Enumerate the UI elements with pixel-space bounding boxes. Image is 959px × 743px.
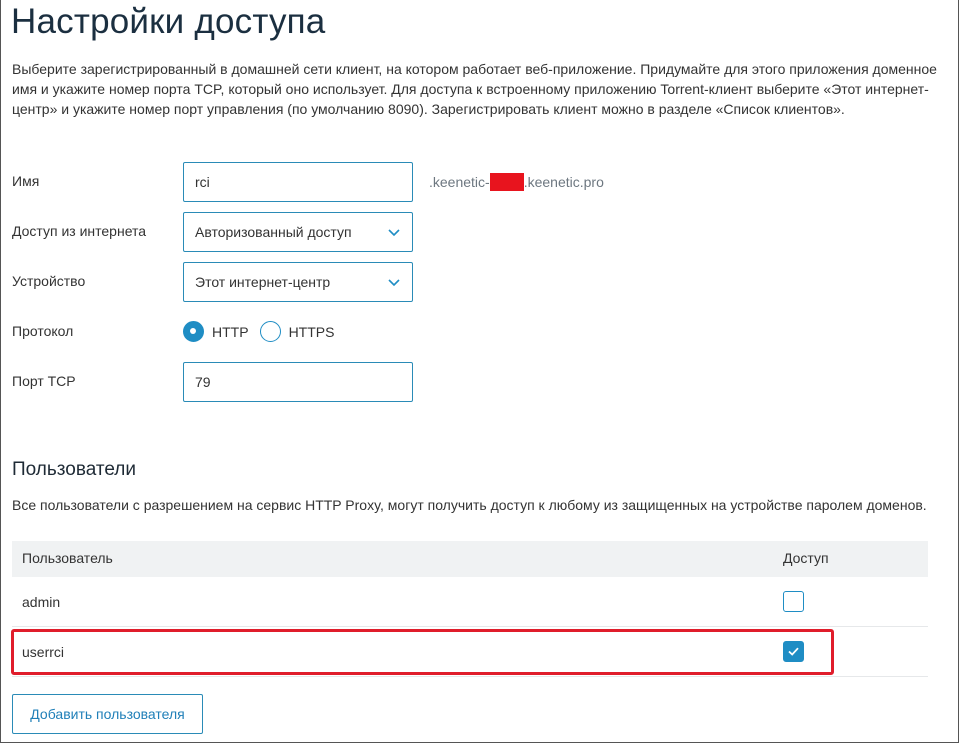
name-input[interactable]: rci xyxy=(183,162,413,202)
radio-https[interactable] xyxy=(259,321,281,342)
protocol-label: Протокол xyxy=(12,323,74,339)
device-select-value: Этот интернет-центр xyxy=(195,274,331,290)
users-table: Пользователь Доступ admin userrci xyxy=(12,541,928,677)
page-description: Выберите зарегистрированный в домашней с… xyxy=(12,61,937,117)
device-label: Устройство xyxy=(12,273,86,289)
access-select-value: Авторизованный доступ xyxy=(195,224,352,240)
name-label: Имя xyxy=(12,173,40,189)
redaction-block xyxy=(489,173,524,191)
access-label: Доступ из интернета xyxy=(12,223,147,239)
device-select[interactable]: Этот интернет-центр xyxy=(183,262,413,302)
add-user-button[interactable]: Добавить пользователя xyxy=(12,694,203,734)
domain-suffix-text: .keenetic.pro xyxy=(523,174,604,190)
table-header: Пользователь Доступ xyxy=(12,541,928,577)
access-select[interactable]: Авторизованный доступ xyxy=(183,212,413,252)
protocol-radio-group: HTTP HTTPS xyxy=(183,321,345,342)
page-title: Настройки доступа xyxy=(11,2,326,41)
access-checkbox-admin[interactable] xyxy=(783,591,804,612)
domain-suffix: .keenetic- .keenetic.pro xyxy=(429,173,604,191)
user-name: userrci xyxy=(22,644,65,660)
chevron-down-icon xyxy=(388,279,400,287)
table-row: admin xyxy=(12,577,928,627)
name-input-value: rci xyxy=(195,174,210,190)
radio-http-label[interactable]: HTTP xyxy=(212,324,249,340)
port-label: Порт TCP xyxy=(12,373,76,389)
users-section-title: Пользователи xyxy=(12,459,137,480)
user-name: admin xyxy=(22,594,61,610)
column-header-user: Пользователь xyxy=(22,550,113,566)
port-input[interactable]: 79 xyxy=(183,362,413,402)
access-checkbox-userrci[interactable] xyxy=(783,641,804,662)
radio-https-label[interactable]: HTTPS xyxy=(289,324,335,340)
checkmark-icon xyxy=(788,647,799,656)
column-header-access: Доступ xyxy=(783,550,829,566)
chevron-down-icon xyxy=(388,229,400,237)
users-section-description: Все пользователи с разрешением на сервис… xyxy=(12,497,927,513)
port-input-value: 79 xyxy=(195,374,211,390)
domain-prefix-text: .keenetic- xyxy=(429,174,490,190)
table-row: userrci xyxy=(12,627,928,677)
radio-http[interactable] xyxy=(183,321,204,342)
